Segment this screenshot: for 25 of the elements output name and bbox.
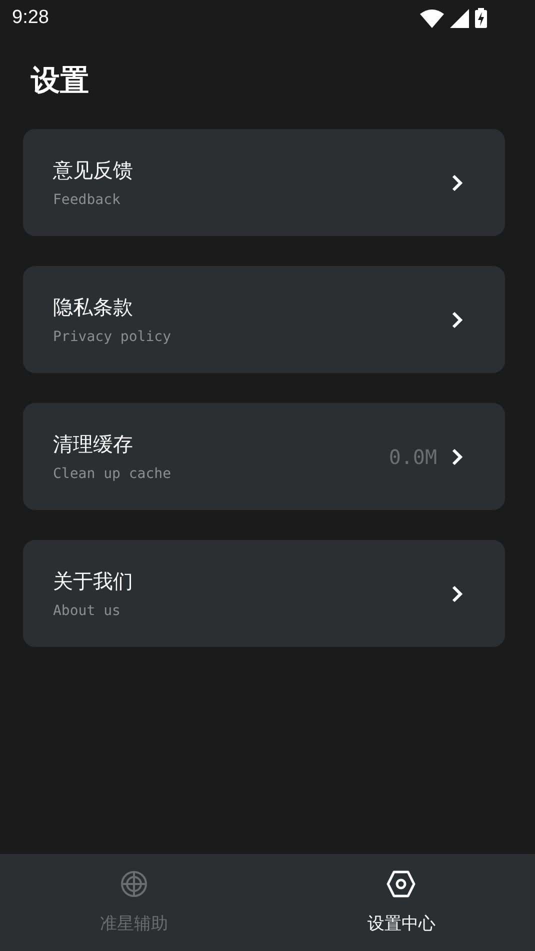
signal-icon — [450, 8, 469, 28]
row-subtitle: Clean up cache — [53, 466, 172, 482]
row-title: 清理缓存 — [53, 431, 134, 458]
nav-tab[interactable]: 设置中心 — [268, 854, 535, 951]
battery-icon — [475, 8, 487, 28]
row-subtitle: About us — [53, 603, 122, 619]
chevron-right-icon — [451, 310, 463, 328]
status-time: 9:28 — [12, 7, 49, 29]
crosshair-icon — [120, 870, 148, 898]
chevron-right-icon — [451, 174, 463, 192]
settings-row[interactable]: 清理缓存 Clean up cache 0.0M — [23, 403, 505, 510]
row-title: 隐私条款 — [53, 294, 134, 321]
settings-row[interactable]: 隐私条款 Privacy policy — [23, 266, 505, 373]
page-title: 设置 — [31, 62, 90, 99]
settings-row[interactable]: 意见反馈 Feedback — [23, 129, 505, 236]
row-title: 意见反馈 — [53, 157, 134, 184]
row-title: 关于我们 — [53, 568, 134, 595]
wifi-icon — [420, 8, 444, 28]
cache-size: 0.0M — [388, 444, 437, 468]
hexagon-icon — [386, 870, 416, 898]
row-subtitle: Privacy policy — [53, 329, 172, 345]
chevron-right-icon — [451, 448, 463, 466]
settings-row[interactable]: 关于我们 About us — [23, 540, 505, 647]
chevron-right-icon — [451, 584, 463, 602]
row-subtitle: Feedback — [53, 192, 122, 208]
